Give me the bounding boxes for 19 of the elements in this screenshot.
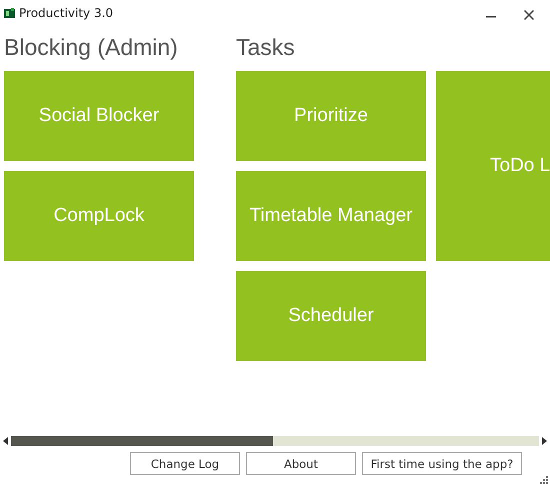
- tile-button[interactable]: Prioritize: [236, 71, 426, 161]
- group-heading: Tasks: [236, 33, 296, 62]
- resize-grip-icon[interactable]: [540, 476, 548, 484]
- scroll-right-icon[interactable]: [542, 437, 547, 445]
- tile-button[interactable]: ToDo L: [436, 71, 550, 261]
- tile-button[interactable]: Social Blocker: [4, 71, 194, 161]
- app-icon: [4, 8, 15, 18]
- scrollbar-track[interactable]: [11, 436, 539, 446]
- window-title: Productivity 3.0: [19, 6, 114, 20]
- tile-button[interactable]: Timetable Manager: [236, 171, 426, 261]
- footer-button[interactable]: Change Log: [130, 452, 240, 475]
- scrollbar-thumb[interactable]: [11, 436, 273, 446]
- scroll-left-icon[interactable]: [3, 437, 8, 445]
- tile-button[interactable]: Scheduler: [236, 271, 426, 361]
- tile-button[interactable]: CompLock: [4, 171, 194, 261]
- footer-button[interactable]: About: [246, 452, 356, 475]
- close-icon[interactable]: [524, 10, 534, 20]
- footer-button[interactable]: First time using the app?: [362, 452, 522, 475]
- group-heading: Blocking (Admin): [4, 33, 179, 62]
